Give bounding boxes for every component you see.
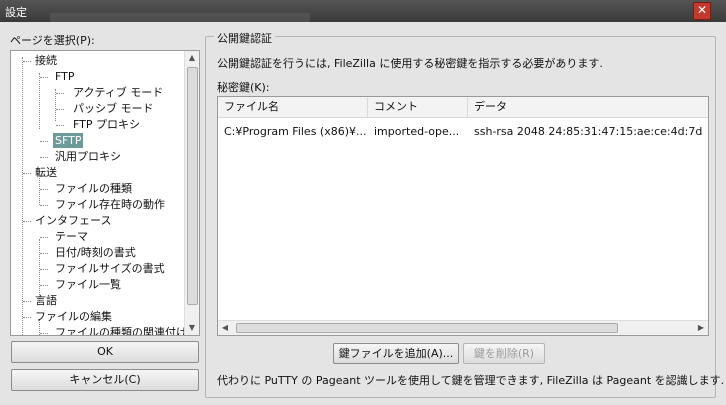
scroll-up-arrow-icon[interactable]: ▲ — [185, 51, 199, 65]
cancel-button[interactable]: キャンセル(C) — [11, 369, 199, 391]
tree-item-filetype-associations[interactable]: ファイルの種類の関連付け — [55, 325, 187, 335]
column-header-comment[interactable]: コメント — [368, 97, 468, 117]
tree-item-file-lists[interactable]: ファイル一覧 — [55, 277, 121, 292]
remove-key-button[interactable]: 鍵を削除(R) — [463, 343, 545, 364]
add-key-button[interactable]: 鍵ファイルを追加(A)... — [333, 343, 459, 364]
ok-button[interactable]: OK — [11, 341, 199, 363]
description-text: 公開鍵認証を行うには, FileZilla に使用する秘密鍵を指示する必要があり… — [217, 57, 603, 70]
pageant-note: 代わりに PuTTY の Pageant ツールを使用して鍵を管理できます, F… — [217, 374, 725, 387]
cell-comment: imported-ope... — [374, 125, 460, 138]
tree-item-ftp[interactable]: FTP — [55, 69, 75, 84]
tree-item-themes[interactable]: テーマ — [55, 229, 88, 244]
column-header-filename[interactable]: ファイル名 — [218, 97, 368, 117]
cell-filename: C:¥Program Files (x86)¥... — [224, 125, 367, 138]
scroll-left-arrow-icon[interactable]: ◀ — [218, 321, 232, 335]
group-title: 公開鍵認証 — [214, 30, 275, 46]
tree-item-file-editing[interactable]: ファイルの編集 — [35, 309, 112, 324]
cell-data: ssh-rsa 2048 24:85:31:47:15:ae:ce:4d:7d — [474, 125, 703, 138]
tree-item-file-types[interactable]: ファイルの種類 — [55, 181, 132, 196]
window-title: 設定 — [5, 6, 27, 19]
page-tree[interactable]: 接続 FTP アクティブ モード パッシブ モード FTP プロキシ SFTP … — [10, 50, 200, 336]
tree-item-sftp[interactable]: SFTP — [53, 133, 84, 148]
horizontal-scroll-thumb[interactable] — [236, 323, 618, 333]
private-keys-list[interactable]: ファイル名 コメント データ C:¥Program Files (x86)¥..… — [217, 96, 709, 336]
tree-item-date-time-format[interactable]: 日付/時刻の書式 — [55, 245, 136, 260]
tree-item-connection[interactable]: 接続 — [35, 53, 57, 68]
tree-item-language[interactable]: 言語 — [35, 293, 57, 308]
tree-item-file-exists-action[interactable]: ファイル存在時の動作 — [55, 197, 165, 212]
close-icon[interactable]: ✕ — [693, 2, 711, 20]
scroll-right-arrow-icon[interactable]: ▶ — [694, 321, 708, 335]
tree-vertical-scrollbar[interactable]: ▲ ▼ — [184, 51, 199, 335]
list-horizontal-scrollbar[interactable]: ◀ ▶ — [218, 320, 708, 335]
page-select-label: ページを選択(P): — [10, 34, 95, 47]
tree-item-interface[interactable]: インタフェース — [35, 213, 111, 228]
tree-item-transfers[interactable]: 転送 — [35, 165, 57, 180]
scroll-thumb[interactable] — [187, 67, 198, 305]
list-header: ファイル名 コメント データ — [218, 97, 708, 118]
scroll-down-arrow-icon[interactable]: ▼ — [185, 321, 199, 335]
tree-item-passive-mode[interactable]: パッシブ モード — [73, 101, 154, 116]
private-keys-label: 秘密鍵(K): — [217, 81, 270, 94]
tree-item-filesize-format[interactable]: ファイルサイズの書式 — [55, 261, 165, 276]
title-bar: 設定 ✕ — [0, 0, 726, 22]
tree-item-generic-proxy[interactable]: 汎用プロキシ — [55, 149, 121, 164]
tree-item-active-mode[interactable]: アクティブ モード — [73, 85, 163, 100]
column-header-data[interactable]: データ — [468, 97, 708, 117]
background-window-ghost — [50, 13, 310, 22]
tree-item-ftp-proxy[interactable]: FTP プロキシ — [73, 117, 140, 132]
